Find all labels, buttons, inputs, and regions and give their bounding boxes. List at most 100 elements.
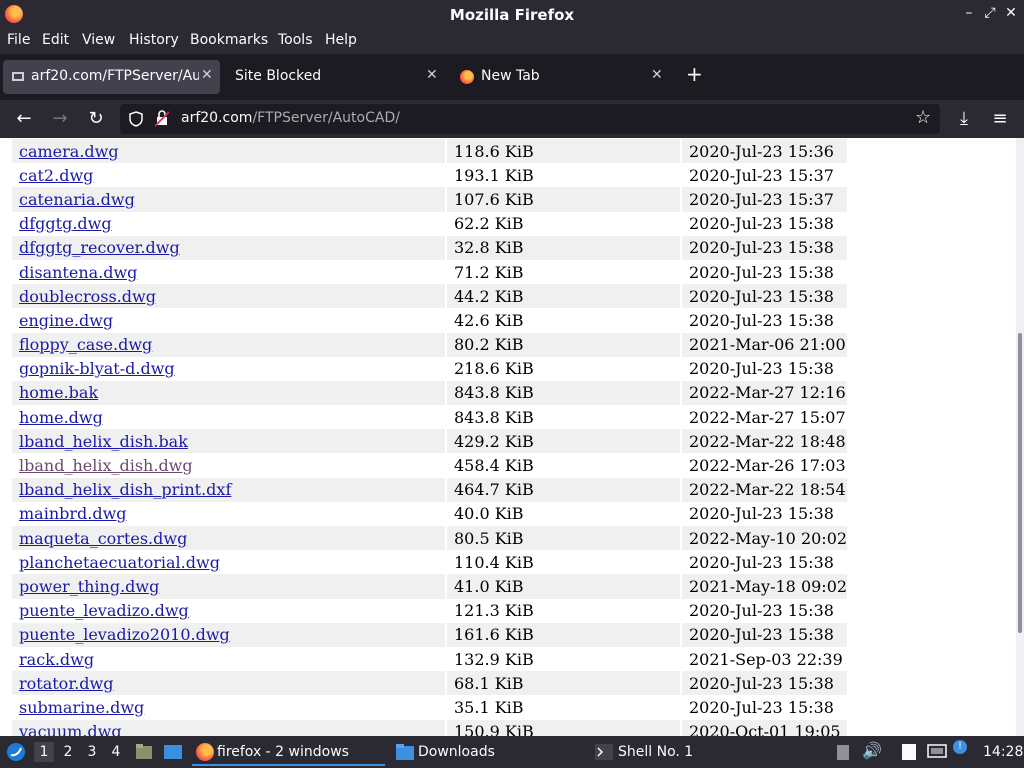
tab-bar: arf20.com/FTPServer/AutoCAD/ ✕ Site Bloc… bbox=[0, 54, 1024, 100]
file-link[interactable]: submarine.dwg bbox=[19, 698, 144, 717]
shield-icon[interactable] bbox=[129, 111, 143, 127]
file-link[interactable]: gopnik-blyat-d.dwg bbox=[19, 359, 175, 378]
page-icon bbox=[12, 72, 24, 81]
back-button[interactable]: ← bbox=[13, 108, 35, 130]
downloads-button[interactable]: ⤓ bbox=[953, 108, 975, 130]
file-link[interactable]: power_thing.dwg bbox=[19, 577, 159, 596]
scrollbar[interactable] bbox=[1016, 138, 1024, 736]
close-window-button[interactable]: ✕ bbox=[1002, 5, 1020, 21]
reload-button[interactable]: ↻ bbox=[85, 108, 107, 130]
bookmark-star-icon[interactable]: ☆ bbox=[915, 107, 931, 128]
start-menu-icon[interactable] bbox=[6, 742, 26, 762]
file-name-cell: lband_helix_dish.dwg bbox=[12, 453, 445, 477]
file-row: power_thing.dwg 41.0 KiB 2021-May-18 09:02 bbox=[12, 574, 848, 599]
file-link[interactable]: planchetaecuatorial.dwg bbox=[19, 553, 220, 572]
tab-label: New Tab bbox=[481, 68, 540, 84]
file-link[interactable]: lband_helix_dish_print.dxf bbox=[19, 480, 231, 499]
file-size-cell: 80.2 KiB bbox=[445, 332, 680, 357]
file-name-cell: rotator.dwg bbox=[12, 671, 445, 696]
file-size-cell: 107.6 KiB bbox=[445, 187, 680, 212]
file-link[interactable]: camera.dwg bbox=[19, 142, 119, 161]
file-name-cell: dfggtg_recover.dwg bbox=[12, 235, 445, 260]
scrollbar-thumb[interactable] bbox=[1018, 333, 1022, 633]
file-link[interactable]: dfggtg.dwg bbox=[19, 214, 112, 233]
workspace-4[interactable]: 4 bbox=[106, 742, 126, 762]
update-notifier-icon[interactable]: ! bbox=[953, 740, 967, 754]
url-bar[interactable]: arf20.com/FTPServer/AutoCAD/ ☆ bbox=[120, 104, 940, 134]
file-row: floppy_case.dwg 80.2 KiB 2021-Mar-06 21:00 bbox=[12, 332, 848, 357]
file-name-cell: vacuum.dwg bbox=[12, 719, 445, 736]
file-date-cell: 2020-Jul-23 15:38 bbox=[680, 622, 848, 647]
file-link[interactable]: puente_levadizo.dwg bbox=[19, 601, 189, 620]
file-size-cell: 843.8 KiB bbox=[445, 380, 680, 406]
file-link[interactable]: home.bak bbox=[19, 383, 98, 402]
file-link[interactable]: disantena.dwg bbox=[19, 263, 137, 282]
file-date-cell: 2022-Mar-22 18:54 bbox=[680, 477, 848, 502]
file-link[interactable]: maqueta_cortes.dwg bbox=[19, 529, 187, 548]
tab-label: Site Blocked bbox=[235, 68, 322, 84]
menu-edit[interactable]: Edit bbox=[42, 32, 69, 48]
file-manager-icon[interactable] bbox=[135, 743, 153, 761]
file-row: dfggtg_recover.dwg 32.8 KiB 2020-Jul-23 15… bbox=[12, 235, 848, 260]
workspace-1[interactable]: 1 bbox=[34, 742, 54, 762]
lock-insecure-icon[interactable] bbox=[155, 110, 169, 127]
file-link[interactable]: lband_helix_dish.dwg bbox=[19, 456, 193, 475]
menu-history[interactable]: History bbox=[129, 32, 179, 48]
tab-ftp-server[interactable]: arf20.com/FTPServer/AutoCAD/ ✕ bbox=[3, 60, 220, 94]
forward-button[interactable]: → bbox=[49, 108, 71, 130]
task-firefox[interactable]: firefox - 2 windows bbox=[192, 738, 385, 766]
task-downloads[interactable]: Downloads bbox=[393, 738, 583, 766]
menu-help[interactable]: Help bbox=[325, 32, 357, 48]
task-label: Shell No. 1 bbox=[618, 744, 694, 760]
file-link[interactable]: catenaria.dwg bbox=[19, 190, 135, 209]
window-titlebar: Mozilla Firefox – ⤢ ✕ bbox=[0, 0, 1024, 29]
workspace-3[interactable]: 3 bbox=[82, 742, 102, 762]
notes-icon[interactable] bbox=[900, 743, 918, 761]
clipboard-icon[interactable] bbox=[836, 743, 850, 761]
file-name-cell: home.bak bbox=[12, 380, 445, 406]
file-link[interactable]: rack.dwg bbox=[19, 650, 94, 669]
task-shell[interactable]: Shell No. 1 bbox=[593, 738, 783, 766]
file-link[interactable]: rotator.dwg bbox=[19, 674, 113, 693]
file-name-cell: rack.dwg bbox=[12, 647, 445, 671]
close-tab-icon[interactable]: ✕ bbox=[651, 67, 663, 83]
file-row: lband_helix_dish.dwg 458.4 KiB 2022-Mar-26… bbox=[12, 453, 847, 478]
menu-bookmarks[interactable]: Bookmarks bbox=[190, 32, 268, 48]
file-link[interactable]: home.dwg bbox=[19, 408, 103, 427]
file-link[interactable]: dfggtg_recover.dwg bbox=[19, 238, 180, 257]
menu-tools[interactable]: Tools bbox=[278, 32, 313, 48]
show-desktop-icon[interactable] bbox=[163, 743, 183, 761]
network-icon[interactable] bbox=[927, 744, 947, 760]
file-date-cell: 2020-Jul-23 15:38 bbox=[680, 501, 847, 526]
file-link[interactable]: lband_helix_dish.bak bbox=[19, 432, 188, 451]
menu-view[interactable]: View bbox=[82, 32, 115, 48]
file-date-cell: 2020-Jul-23 15:38 bbox=[680, 308, 847, 333]
file-row: lband_helix_dish.bak 429.2 KiB 2022-Mar-22… bbox=[12, 429, 848, 454]
file-link[interactable]: puente_levadizo2010.dwg bbox=[19, 625, 230, 644]
file-link[interactable]: vacuum.dwg bbox=[19, 722, 122, 736]
file-size-cell: 843.8 KiB bbox=[445, 405, 680, 430]
new-tab-button[interactable]: + bbox=[686, 64, 703, 84]
close-tab-icon[interactable]: ✕ bbox=[201, 67, 213, 83]
menu-file[interactable]: File bbox=[7, 32, 30, 48]
maximize-button[interactable]: ⤢ bbox=[981, 5, 999, 21]
file-name-cell: power_thing.dwg bbox=[12, 574, 445, 599]
file-name-cell: floppy_case.dwg bbox=[12, 332, 445, 357]
file-name-cell: gopnik-blyat-d.dwg bbox=[12, 357, 445, 381]
tab-site-blocked[interactable]: Site Blocked ✕ bbox=[222, 60, 444, 94]
tab-label: arf20.com/FTPServer/AutoCAD/ bbox=[31, 68, 199, 84]
file-link[interactable]: doublecross.dwg bbox=[19, 287, 156, 306]
workspace-2[interactable]: 2 bbox=[58, 742, 78, 762]
file-link[interactable]: engine.dwg bbox=[19, 311, 113, 330]
file-name-cell: mainbrd.dwg bbox=[12, 502, 445, 526]
close-tab-icon[interactable]: ✕ bbox=[426, 67, 438, 83]
app-menu-button[interactable]: ≡ bbox=[989, 108, 1011, 130]
file-link[interactable]: cat2.dwg bbox=[19, 166, 93, 185]
file-link[interactable]: floppy_case.dwg bbox=[19, 335, 152, 354]
tab-new-tab[interactable]: New Tab ✕ bbox=[450, 60, 670, 94]
file-link[interactable]: mainbrd.dwg bbox=[19, 504, 127, 523]
file-row: lband_helix_dish_print.dxf 464.7 KiB 2022-… bbox=[12, 477, 848, 502]
file-name-cell: home.dwg bbox=[12, 405, 445, 429]
minimize-button[interactable]: – bbox=[960, 5, 978, 21]
volume-icon[interactable]: 🔊 bbox=[862, 741, 882, 760]
